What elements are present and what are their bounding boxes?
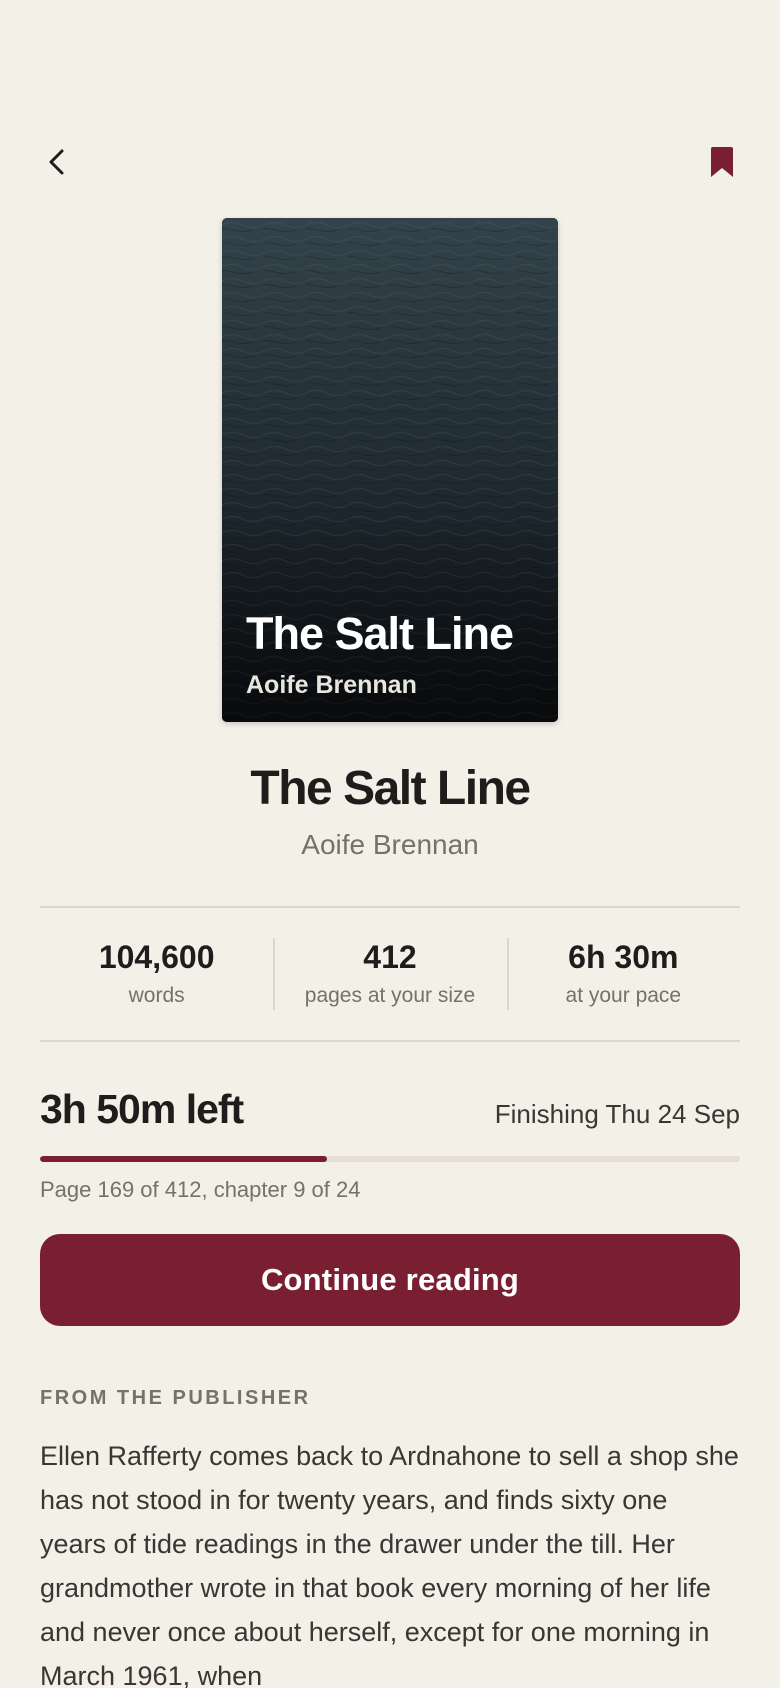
publisher-heading: FROM THE PUBLISHER [40, 1387, 311, 1409]
time-left: 3h 50m left [40, 1086, 244, 1132]
book-title: The Salt Line [250, 762, 531, 815]
reading-progress-fill [40, 1156, 327, 1162]
divider [40, 1040, 740, 1042]
cover-author: Aoife Brennan [246, 671, 417, 699]
reading-progress-bar [40, 1156, 740, 1162]
bookmark-icon [711, 147, 733, 177]
stat-pages: 412 pages at your size [273, 908, 506, 1040]
book-stats: 104,600 words 412 pages at your size 6h … [40, 908, 740, 1040]
book-author[interactable]: Aoife Brennan [0, 827, 780, 863]
cover-text: The Salt Line Aoife Brennan [246, 608, 542, 700]
stat-value: 6h 30m [568, 939, 679, 975]
continue-reading-button[interactable]: Continue reading [40, 1234, 740, 1326]
publisher-blurb: Ellen Rafferty comes back to Ardnahone t… [40, 1441, 739, 1688]
stat-words: 104,600 words [40, 908, 273, 1040]
cover-title: The Salt Line [246, 608, 514, 659]
page-info: Page 169 of 412, chapter 9 of 24 [40, 1177, 361, 1202]
stat-label: words [128, 984, 185, 1007]
chevron-left-icon [49, 149, 64, 175]
book-cover[interactable]: The Salt Line Aoife Brennan [222, 218, 558, 722]
stat-label: at your pace [565, 984, 682, 1007]
finishing-date: Finishing Thu 24 Sep [494, 1099, 740, 1129]
top-bar [0, 0, 780, 200]
stat-value: 412 [363, 939, 417, 975]
stat-label: pages at your size [304, 984, 476, 1007]
stat-value: 104,600 [98, 939, 215, 975]
bookmark-button[interactable] [692, 132, 752, 192]
back-button[interactable] [28, 132, 88, 192]
stat-reading-time: 6h 30m at your pace [506, 908, 740, 1040]
